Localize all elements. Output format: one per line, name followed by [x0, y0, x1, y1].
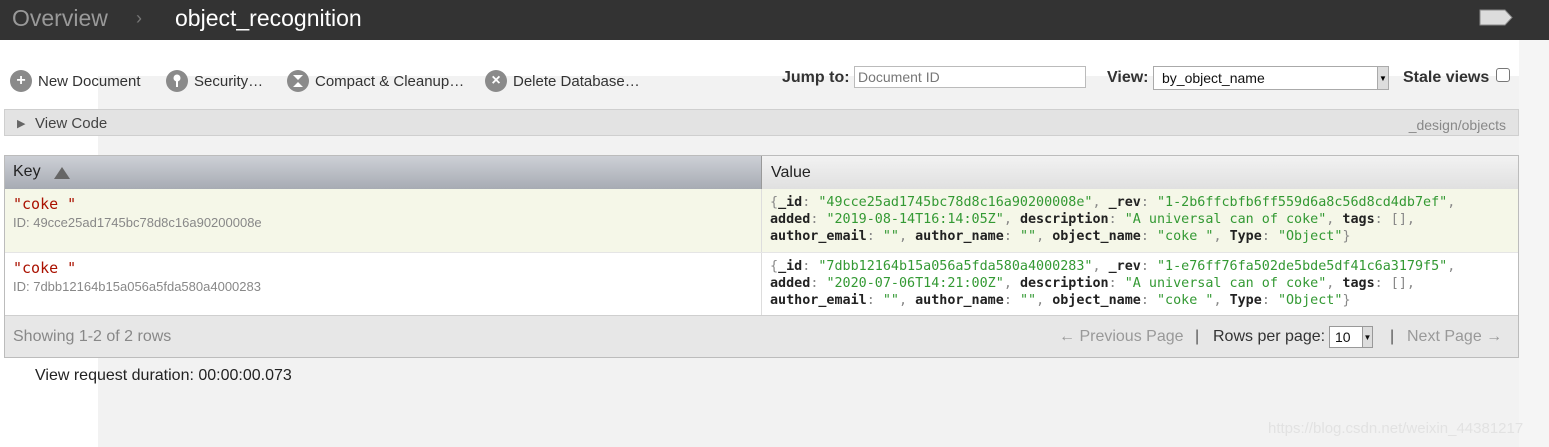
compact-icon	[287, 70, 309, 92]
design-doc-path: _design/objects	[1408, 117, 1506, 133]
table-header: Key Value	[5, 156, 1518, 189]
pager-separator: |	[1195, 328, 1200, 345]
toolbar: + New Document Security… Compact & Clean…	[0, 60, 1549, 100]
delete-icon: ×	[485, 70, 507, 92]
key-cell: "coke " ID: 7dbb12164b15a056a5fda580a400…	[5, 253, 762, 316]
pager-separator: |	[1390, 328, 1395, 345]
stale-views-checkbox[interactable]	[1496, 68, 1510, 82]
row-count-text: Showing 1-2 of 2 rows	[13, 328, 172, 345]
view-code-label: View Code	[35, 115, 108, 132]
table-row[interactable]: "coke " ID: 7dbb12164b15a056a5fda580a400…	[5, 252, 1518, 316]
key-icon	[166, 70, 188, 92]
watermark-text: https://blog.csdn.net/weixin_44381217	[1268, 420, 1524, 437]
previous-page-link[interactable]: ← Previous Page	[1059, 328, 1184, 346]
view-code-toggle[interactable]: ▶ View Code _design/objects	[4, 109, 1519, 136]
tag-icon[interactable]	[1479, 9, 1513, 26]
sort-ascending-icon	[54, 167, 70, 179]
row-key[interactable]: "coke "	[13, 259, 76, 277]
table-row[interactable]: "coke " ID: 49cce25ad1745bc78d8c16a90200…	[5, 189, 1518, 252]
expand-triangle-icon: ▶	[17, 118, 26, 130]
stale-views-label: Stale views	[1403, 69, 1490, 86]
plus-icon: +	[10, 70, 32, 92]
breadcrumb-overview[interactable]: Overview	[12, 5, 108, 31]
compact-cleanup-label: Compact & Cleanup…	[315, 72, 465, 90]
value-cell: {_id: "49cce25ad1745bc78d8c16a90200008e"…	[770, 195, 1456, 244]
column-header-key[interactable]: Key	[5, 156, 762, 189]
row-doc-id: ID: 49cce25ad1745bc78d8c16a90200008e	[13, 215, 262, 230]
view-label: View:	[1107, 69, 1149, 86]
value-cell: {_id: "7dbb12164b15a056a5fda580a4000283"…	[770, 259, 1456, 308]
jump-to-label: Jump to:	[782, 69, 850, 86]
new-document-button[interactable]: + New Document	[10, 69, 141, 93]
top-bar: Overview › object_recognition	[0, 0, 1549, 40]
security-button[interactable]: Security…	[166, 69, 263, 93]
document-id-input[interactable]	[854, 66, 1086, 88]
breadcrumb-database: object_recognition	[175, 5, 362, 31]
column-key-label: Key	[13, 163, 41, 180]
chevron-down-icon: ▼	[1362, 327, 1372, 347]
rows-per-page-label: Rows per page:	[1213, 328, 1326, 345]
rows-per-page-select[interactable]: 10 ▼	[1329, 326, 1373, 348]
request-duration: View request duration: 00:00:00.073	[35, 367, 292, 384]
rows-per-page-value: 10	[1335, 329, 1351, 345]
chevron-down-icon: ▼	[1377, 67, 1388, 89]
view-select[interactable]: by_object_name ▼	[1153, 66, 1389, 90]
table-footer: Showing 1-2 of 2 rows ← Previous Page | …	[5, 315, 1518, 357]
new-document-label: New Document	[38, 72, 141, 90]
column-value-label: Value	[771, 164, 811, 181]
breadcrumb-separator: ›	[136, 8, 142, 28]
delete-database-button[interactable]: × Delete Database…	[485, 69, 640, 93]
row-key[interactable]: "coke "	[13, 195, 76, 213]
view-selected-value: by_object_name	[1162, 70, 1265, 86]
delete-database-label: Delete Database…	[513, 72, 640, 90]
row-doc-id: ID: 7dbb12164b15a056a5fda580a4000283	[13, 279, 261, 294]
results-table: Key Value "coke " ID: 49cce25ad1745bc78d…	[4, 155, 1519, 358]
key-cell: "coke " ID: 49cce25ad1745bc78d8c16a90200…	[5, 189, 762, 252]
next-page-link[interactable]: Next Page →	[1407, 328, 1502, 346]
right-gutter	[1519, 40, 1549, 447]
compact-cleanup-button[interactable]: Compact & Cleanup…	[287, 69, 464, 93]
security-label: Security…	[194, 72, 264, 90]
column-header-value: Value	[762, 156, 1518, 189]
